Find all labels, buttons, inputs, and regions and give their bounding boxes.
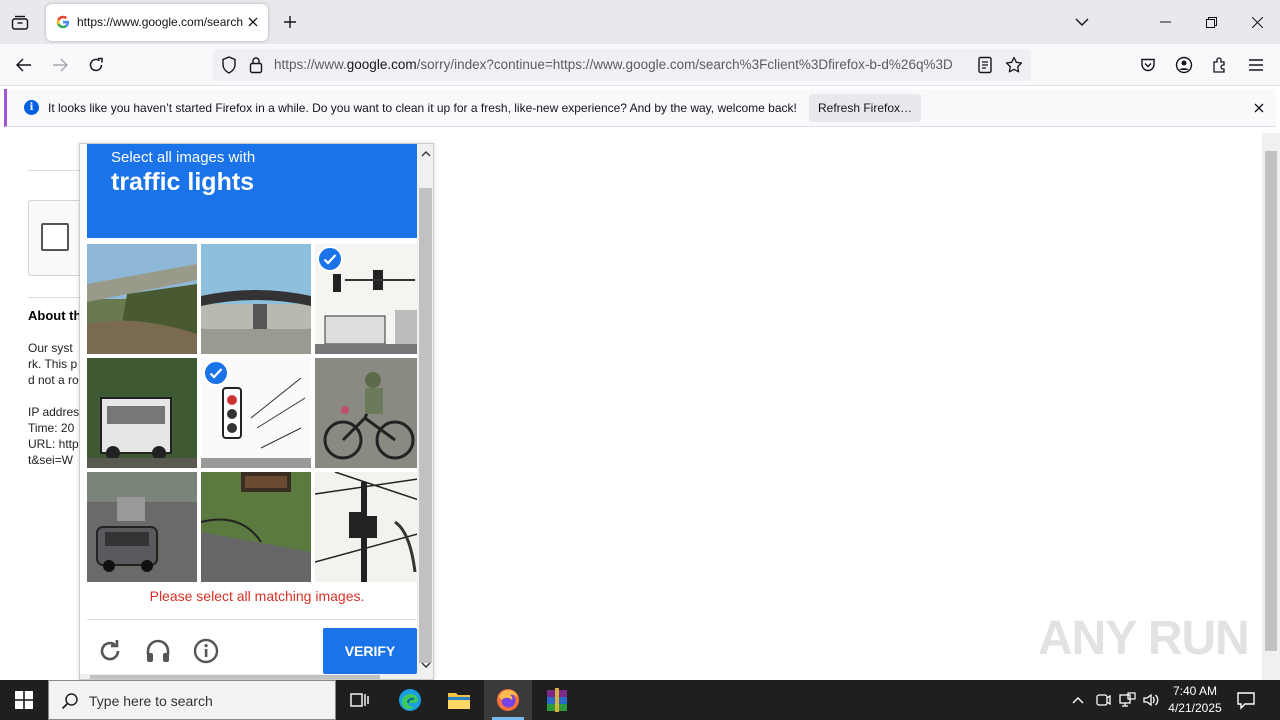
image-tile-9[interactable] [315,472,425,582]
tracking-shield-icon[interactable] [221,56,237,79]
network-icon[interactable] [1117,690,1137,710]
clock-time: 7:40 AM [1172,684,1218,698]
page-scrollbar[interactable] [1262,133,1280,680]
edge-browser-icon[interactable] [386,680,434,720]
tab-list-icon[interactable] [9,12,31,34]
browser-tab[interactable]: https://www.google.com/search [46,4,268,41]
account-icon[interactable] [1172,53,1196,77]
error-message: Please select all matching images. [149,588,365,604]
address-bar[interactable]: https://www.google.com/sorry/index?conti… [213,49,1031,81]
clock-date: 4/21/2025 [1168,701,1222,715]
back-arrow-icon[interactable] [12,53,36,77]
navigation-toolbar: https://www.google.com/sorry/index?conti… [0,44,1280,86]
page-line: IP addres [28,405,80,419]
chevron-up-icon[interactable] [1068,690,1088,710]
info-icon[interactable] [192,637,220,665]
notification-text: It looks like you haven’t started Firefo… [48,101,797,115]
reload-challenge-icon[interactable] [96,637,124,665]
scroll-down-icon[interactable] [419,658,432,672]
page-line: rk. This p [28,357,78,371]
search-icon [61,692,79,715]
file-explorer-icon[interactable] [435,680,483,720]
lock-icon[interactable] [249,56,263,79]
google-favicon-icon [56,15,70,29]
scrollbar-thumb[interactable] [1265,151,1277,651]
image-tile-8[interactable] [201,472,311,582]
tab-title: https://www.google.com/search [77,15,243,29]
verify-button[interactable]: VERIFY [323,628,417,674]
tab-strip: https://www.google.com/search [0,0,1280,44]
page-text: Our syst rk. This p d not a ro IP addres… [28,340,79,468]
chevron-down-icon[interactable] [1072,12,1092,32]
meet-now-icon[interactable] [1093,690,1113,710]
image-tile-1[interactable] [87,244,197,354]
scroll-up-icon[interactable] [419,146,432,160]
reload-icon[interactable] [84,53,108,77]
task-view-icon[interactable] [336,680,384,720]
tab-close-icon[interactable] [245,14,261,30]
close-window-icon[interactable] [1234,0,1280,44]
pocket-icon[interactable] [1136,53,1160,77]
page-line [28,388,79,404]
page-line: t&sei=W [28,453,74,467]
reader-view-icon[interactable] [977,56,993,79]
info-icon: i [24,100,39,115]
recaptcha-checkbox[interactable] [41,223,69,251]
firefox-icon[interactable] [484,680,532,720]
notification-center-icon[interactable] [1236,690,1258,710]
volume-icon[interactable] [1141,690,1161,710]
extensions-icon[interactable] [1208,53,1232,77]
taskbar-search[interactable]: Type here to search [48,680,336,720]
bookmark-star-icon[interactable] [1005,56,1023,79]
url-text[interactable]: https://www.google.com/sorry/index?conti… [274,57,969,72]
restore-icon[interactable] [1188,0,1234,44]
windows-start-icon[interactable] [0,680,48,720]
challenge-header: Select all images with traffic lights [87,144,417,238]
page-line: Time: 20 [28,421,75,435]
selected-check-icon [203,360,229,386]
image-tile-7[interactable] [87,472,197,582]
minimize-icon[interactable] [1142,0,1188,44]
menu-hamburger-icon[interactable] [1244,53,1268,77]
divider [87,619,417,620]
refresh-firefox-notification: i It looks like you haven’t started Fire… [4,89,1276,127]
page-line: URL: http [28,437,79,451]
image-tile-2[interactable] [201,244,311,354]
windows-taskbar: Type here to search 7:40 AM 4/21/2025 [0,680,1280,720]
page-heading: About th [28,308,82,323]
search-placeholder: Type here to search [89,693,213,709]
new-tab-icon[interactable] [280,12,300,32]
headphones-icon[interactable] [144,637,172,665]
image-tile-6[interactable] [315,358,425,468]
scrollbar-thumb[interactable] [419,188,432,663]
challenge-scrollbar[interactable] [417,144,433,679]
refresh-firefox-button[interactable]: Refresh Firefox… [809,94,921,122]
image-tile-4[interactable] [87,358,197,468]
winrar-icon[interactable] [533,680,581,720]
page-line: Our syst [28,341,73,355]
system-clock[interactable]: 7:40 AM 4/21/2025 [1160,683,1230,717]
image-grid [87,244,425,582]
page-line: d not a ro [28,373,79,387]
instruction-target: traffic lights [111,168,255,196]
selected-check-icon [317,246,343,272]
watermark-logo: ANY RUN [1038,612,1250,665]
recaptcha-challenge: Select all images with traffic lights Pl… [79,143,434,680]
instruction-text: Select all images with [111,149,256,166]
close-icon[interactable] [1251,100,1267,116]
page-content: About th Our syst rk. This p d not a ro … [0,133,1280,680]
forward-arrow-icon[interactable] [48,53,72,77]
